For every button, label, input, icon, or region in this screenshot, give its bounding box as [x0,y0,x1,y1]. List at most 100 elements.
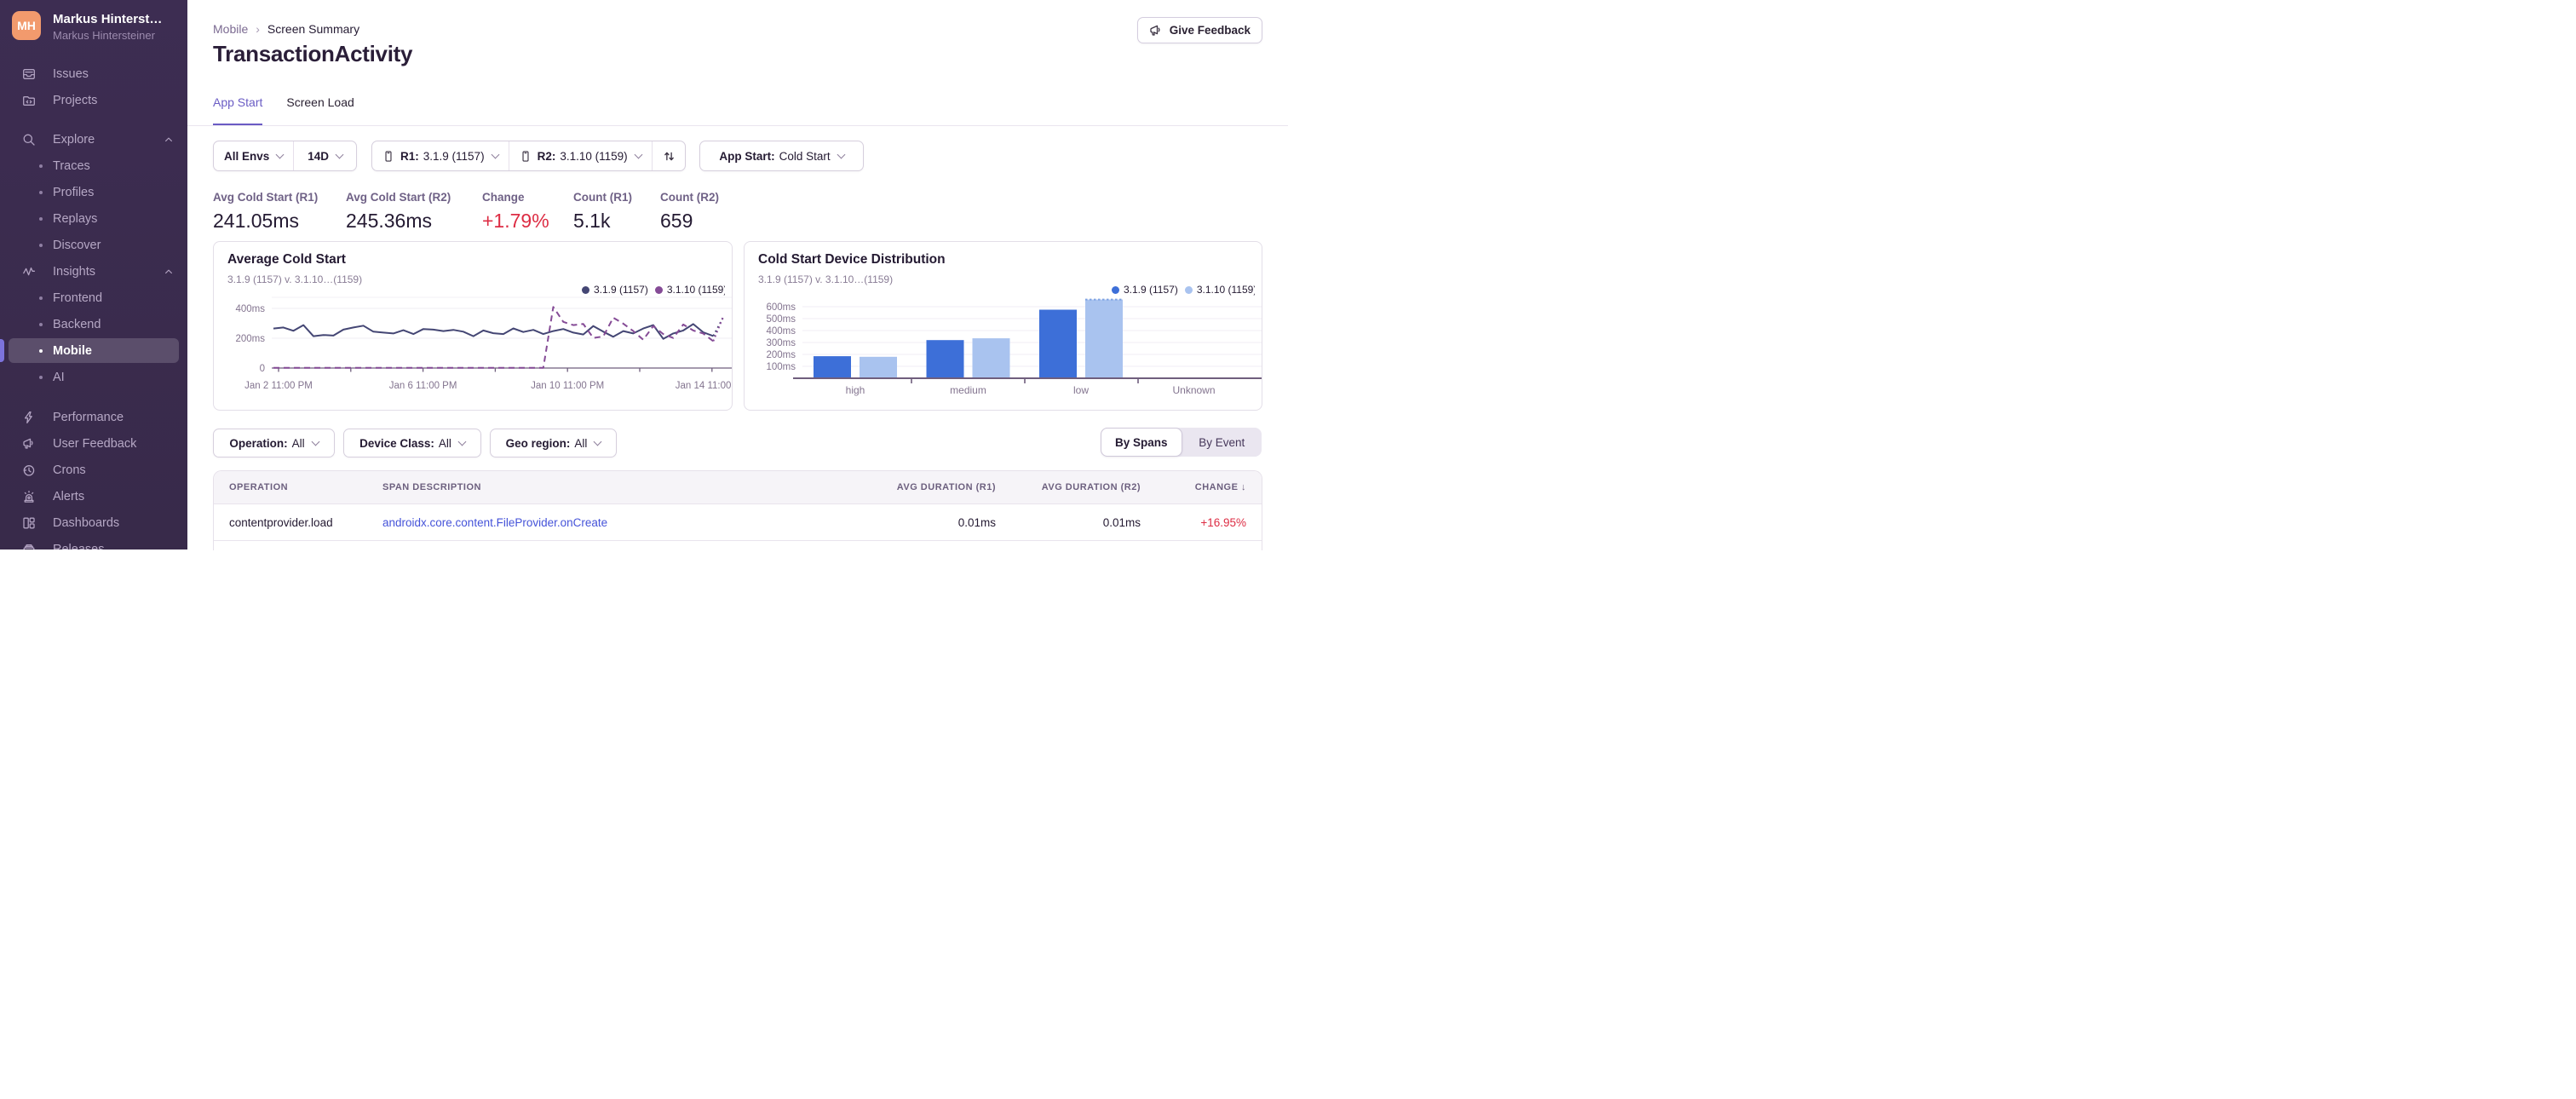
geo-region-filter-group: Geo region: All [490,429,617,457]
legend-item[interactable]: 3.1.9 (1157) [1112,284,1178,296]
cell-change: +16.95% [1200,515,1246,529]
sidebar-item-issues[interactable]: Issues [0,60,187,87]
sidebar-item-explore[interactable]: Explore [0,126,187,152]
bullet-icon [39,190,43,194]
give-feedback-button[interactable]: Give Feedback [1136,17,1262,43]
swap-releases-button[interactable] [651,141,686,170]
sidebar-item-user-feedback[interactable]: User Feedback [0,430,187,457]
sidebar-item-label: Discover [53,238,101,252]
sidebar-item-label: Insights [53,264,95,279]
app-start-type-filter[interactable]: App Start: Cold Start [700,141,863,170]
geo-region-value: All [574,436,588,450]
active-pill [9,338,179,363]
inbox-icon [20,66,37,83]
release-r2-filter[interactable]: R2: 3.1.10 (1159) [508,141,652,170]
release-r1-filter[interactable]: R1: 3.1.9 (1157) [372,141,509,170]
device-distribution-chart-card: Cold Start Device Distribution 3.1.9 (11… [744,241,1262,411]
sidebar-item-traces[interactable]: Traces [0,152,187,179]
sidebar-item-ai[interactable]: AI [0,364,187,390]
environment-filter[interactable]: All Envs [214,141,293,170]
sidebar-item-label: Performance [53,410,124,424]
release-compare-group: R1: 3.1.9 (1157) R2: 3.1.10 (1159) [371,141,686,171]
svg-text:600ms: 600ms [766,302,796,313]
chevron-down-icon [634,150,643,158]
chevron-down-icon [275,150,285,158]
sidebar-item-backend[interactable]: Backend [0,311,187,337]
stat-value: 241.05ms [213,210,300,232]
bullet-icon [39,348,43,353]
sidebar-item-label: Traces [53,158,90,173]
lightning-icon [20,409,37,426]
search-icon [20,131,37,148]
sidebar-item-mobile[interactable]: Mobile [0,337,187,364]
table-row: contentprovider.load androidx.core.conte… [214,503,1262,540]
legend-item[interactable]: 3.1.10 (1159) [1184,284,1255,296]
device-class-value: All [438,436,451,450]
toggle-by-spans[interactable]: By Spans [1101,428,1182,457]
environment-filter-label: All Envs [224,149,270,163]
sidebar-item-label: AI [53,370,65,384]
tab-screen-load[interactable]: Screen Load [286,94,354,126]
chevron-down-icon [491,150,500,158]
sidebar-item-label: User Feedback [53,436,137,451]
device-class-prefix: Device Class: [359,436,434,450]
bullet-icon [39,375,43,379]
sidebar-item-releases[interactable]: Releases [0,536,187,550]
stat-count-r2: Count (R2) 659 [660,191,719,233]
releases-stack-icon [20,541,37,550]
svg-text:medium: medium [950,384,986,396]
release-r2-prefix: R2: [537,149,556,163]
cell-span-description-link[interactable]: androidx.core.content.FileProvider.onCre… [382,516,851,529]
megaphone-icon [1149,24,1163,37]
bullet-icon [39,322,43,326]
sidebar-item-performance[interactable]: Performance [0,404,187,430]
sidebar-item-label: Frontend [53,291,103,305]
sidebar-item-profiles[interactable]: Profiles [0,179,187,205]
sidebar-item-replays[interactable]: Replays [0,205,187,232]
chevron-up-icon [164,135,174,148]
user-menu[interactable]: MH Markus Hinterst… Markus Hintersteiner [0,0,187,55]
mobile-phone-icon [520,150,532,163]
app-start-value: Cold Start [779,149,831,163]
col-change[interactable]: CHANGE ↓ [1141,482,1246,492]
tab-app-start[interactable]: App Start [213,94,263,126]
chart-title: Cold Start Device Distribution [758,252,946,267]
sidebar-item-projects[interactable]: Projects [0,87,187,113]
give-feedback-label: Give Feedback [1169,24,1251,37]
operation-filter[interactable]: Operation: All [214,429,334,457]
col-avg-duration-r1[interactable]: AVG DURATION (R1) [851,482,996,492]
device-class-filter-group: Device Class: All [343,429,481,457]
chevron-down-icon [457,437,467,446]
breadcrumb-parent-link[interactable]: Mobile [213,22,248,36]
legend-item[interactable]: 3.1.10 (1159) [654,284,725,296]
col-operation[interactable]: OPERATION [229,482,382,492]
sidebar-item-alerts[interactable]: Alerts [0,483,187,509]
bullet-icon [39,164,43,168]
sidebar-item-insights[interactable]: Insights [0,258,187,285]
sidebar-item-frontend[interactable]: Frontend [0,285,187,311]
svg-text:Jan 2 11:00 PM: Jan 2 11:00 PM [244,381,313,391]
dashboard-grid-icon [20,515,37,532]
toggle-by-event[interactable]: By Event [1182,428,1262,457]
svg-text:Jan 10 11:00 PM: Jan 10 11:00 PM [531,381,604,391]
svg-text:Jan 14 11:00 PM: Jan 14 11:00 PM [676,381,732,391]
siren-icon [20,488,37,505]
svg-text:100ms: 100ms [766,362,796,372]
main-content: Mobile › Screen Summary Give Feedback Tr… [187,0,1288,550]
legend-item[interactable]: 3.1.9 (1157) [582,284,648,296]
mobile-phone-icon [382,150,394,163]
chart-legend: 3.1.9 (1157) 3.1.10 (1159) [575,283,725,296]
sidebar-item-crons[interactable]: Crons [0,457,187,483]
stat-avg-cold-start-r1: Avg Cold Start (R1) 241.05ms [213,191,318,233]
col-avg-duration-r2[interactable]: AVG DURATION (R2) [996,482,1141,492]
period-filter[interactable]: 14D [293,141,356,170]
sidebar-item-label: Projects [53,93,98,107]
sidebar-item-discover[interactable]: Discover [0,232,187,258]
sidebar-item-label: Releases [53,542,105,550]
device-class-filter[interactable]: Device Class: All [344,429,480,457]
line-chart-svg: 400ms 200ms 0 Jan 2 11:00 PM Jan 6 11:00 PM J… [235,296,732,391]
geo-region-filter[interactable]: Geo region: All [491,429,616,457]
sidebar-item-dashboards[interactable]: Dashboards [0,509,187,536]
col-span-description[interactable]: SPAN DESCRIPTION [382,482,851,492]
breadcrumb-separator: › [256,22,260,36]
